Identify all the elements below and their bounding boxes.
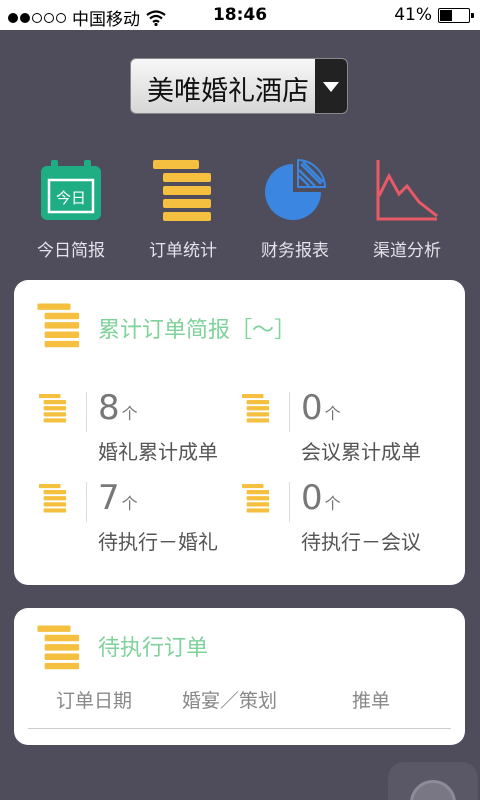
- pending-card-title: 待执行订单: [98, 636, 209, 661]
- stat-wedding-total: 8个 婚礼累计成单: [36, 388, 236, 470]
- stat-label: 会议累计成单: [301, 440, 421, 464]
- nav-label: 订单统计: [149, 241, 217, 261]
- nav-item-finance-report[interactable]: 财务报表: [240, 158, 350, 261]
- stack-icon: [241, 483, 270, 513]
- nav-label: 渠道分析: [373, 241, 441, 261]
- battery-percent: 41%: [394, 5, 432, 25]
- stat-value: 0个: [301, 478, 341, 518]
- assistive-touch-button[interactable]: [388, 762, 478, 800]
- stat-label: 婚礼累计成单: [98, 440, 218, 464]
- line-chart-icon: [376, 160, 438, 221]
- nav-item-order-stats[interactable]: 订单统计: [128, 158, 238, 261]
- pending-orders-card: 待执行订单 订单日期 婚宴／策划 推单: [14, 608, 465, 745]
- table-header: 订单日期 婚宴／策划 推单: [14, 686, 465, 716]
- pie-chart-icon: [265, 158, 327, 220]
- hotel-selector[interactable]: 美唯婚礼酒店: [130, 58, 348, 114]
- stack-icon: [38, 393, 67, 423]
- chevron-down-icon: [323, 82, 339, 92]
- stat-meeting-total: 0个 会议累计成单: [239, 388, 439, 470]
- battery-icon: [438, 7, 474, 23]
- stack-icon: [153, 160, 211, 221]
- stat-value: 7个: [98, 478, 138, 518]
- calendar-today-icon: 今日: [41, 160, 101, 220]
- summary-card-title: 累计订单简报［～］: [98, 318, 297, 343]
- stat-pending-wedding: 7个 待执行－婚礼: [36, 478, 236, 560]
- stack-icon: [37, 303, 80, 348]
- nav-item-channel-analysis[interactable]: 渠道分析: [352, 158, 462, 261]
- stat-pending-meeting: 0个 待执行－会议: [239, 478, 439, 560]
- hotel-selector-value: 美唯婚礼酒店: [147, 76, 309, 107]
- column-header-referral: 推单: [352, 690, 391, 712]
- stack-icon: [241, 393, 270, 423]
- feature-nav: 今日 今日简报 订单统计 财务报表 渠道分析: [0, 158, 480, 261]
- status-bar: 中国移动 18:46 41%: [0, 0, 480, 30]
- nav-label: 今日简报: [37, 241, 105, 261]
- order-summary-card: 累计订单简报［～］ 8个 婚礼累计成单 0个 会议累计成单 7个 待执行－婚礼 …: [14, 280, 465, 585]
- nav-item-today-brief[interactable]: 今日 今日简报: [16, 158, 126, 261]
- stat-value: 0个: [301, 388, 341, 428]
- divider: [28, 728, 451, 729]
- stat-label: 待执行－婚礼: [98, 530, 218, 554]
- column-header-date: 订单日期: [56, 690, 133, 712]
- stat-label: 待执行－会议: [301, 530, 421, 554]
- dropdown-arrow-button[interactable]: [315, 59, 347, 113]
- calendar-icon-text: 今日: [56, 189, 86, 207]
- stack-icon: [37, 625, 80, 670]
- nav-label: 财务报表: [261, 241, 329, 261]
- stat-value: 8个: [98, 388, 138, 428]
- column-header-type: 婚宴／策划: [182, 690, 278, 712]
- stack-icon: [38, 483, 67, 513]
